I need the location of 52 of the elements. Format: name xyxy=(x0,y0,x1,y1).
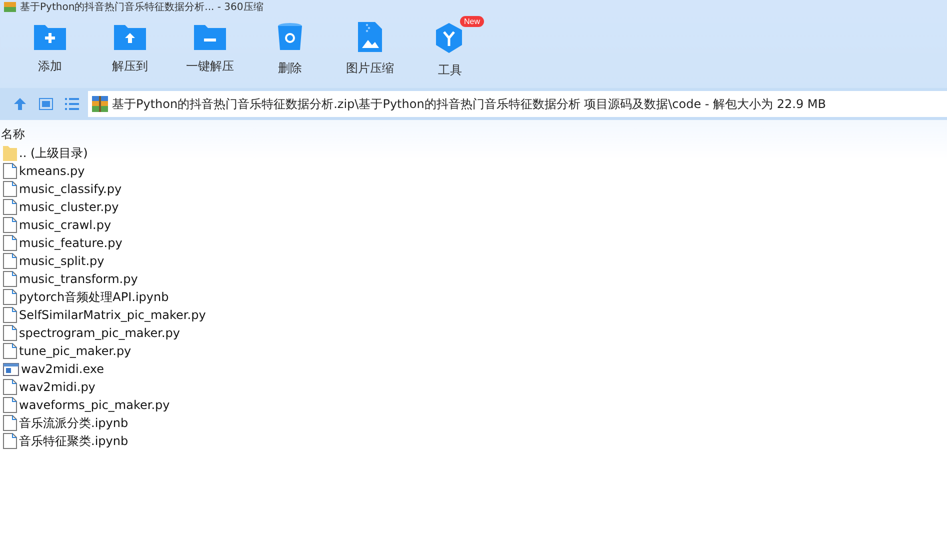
file-name[interactable]: spectrogram_pic_maker.py xyxy=(19,326,180,340)
file-name[interactable]: waveforms_pic_maker.py xyxy=(19,398,170,412)
file-name[interactable]: music_cluster.py xyxy=(19,200,119,214)
file-name[interactable]: music_crawl.py xyxy=(19,218,112,232)
folder-upload-icon xyxy=(114,22,146,50)
folder-minus-icon xyxy=(194,22,226,50)
file-icon xyxy=(3,343,17,359)
application-icon xyxy=(3,361,19,377)
file-name[interactable]: music_transform.py xyxy=(19,272,138,286)
file-name[interactable]: music_classify.py xyxy=(19,182,122,196)
file-name[interactable]: .. (上级目录) xyxy=(19,144,88,162)
file-icon xyxy=(3,217,17,233)
file-icon xyxy=(3,235,17,251)
recycle-bin-icon xyxy=(277,22,303,52)
file-icon xyxy=(3,415,17,431)
archive-icon xyxy=(92,96,108,112)
file-icon xyxy=(3,181,17,197)
file-name[interactable]: 音乐特征聚类.ipynb xyxy=(19,432,128,450)
file-name[interactable]: wav2midi.exe xyxy=(21,362,104,376)
toolbar-button[interactable]: 解压到 xyxy=(90,20,170,88)
file-icon xyxy=(3,325,17,341)
column-header[interactable]: 名称 xyxy=(0,124,947,144)
toolbar-button[interactable]: 删除 xyxy=(250,20,330,88)
file-icon xyxy=(3,289,17,305)
file-name[interactable]: music_split.py xyxy=(19,254,104,268)
folder-plus-icon xyxy=(34,22,66,50)
file-icon xyxy=(3,397,17,413)
toolbar-button[interactable]: 一键解压 xyxy=(170,20,250,88)
file-icon xyxy=(3,253,17,269)
file-name[interactable]: 音乐流派分类.ipynb xyxy=(19,414,128,432)
file-name[interactable]: wav2midi.py xyxy=(19,380,96,394)
address-path: 基于Python的抖音热门音乐特征数据分析.zip\基于Python的抖音热门音乐特征数据分析 项目源码及数据\code - 解包大小为 22.9 MB xyxy=(112,96,826,112)
file-name[interactable]: pytorch音频处理API.ipynb xyxy=(19,288,169,306)
file-icon xyxy=(3,199,17,215)
file-name[interactable]: music_feature.py xyxy=(19,236,122,250)
folder-icon xyxy=(3,145,17,161)
address-bar[interactable]: 基于Python的抖音热门音乐特征数据分析.zip\基于Python的抖音热门音乐特征数据分析 项目源码及数据\code - 解包大小为 22.9 MB xyxy=(88,91,947,117)
archive-icon xyxy=(4,2,16,12)
image-file-icon xyxy=(358,22,382,52)
file-name[interactable]: tune_pic_maker.py xyxy=(19,344,132,358)
cube-icon xyxy=(435,22,465,54)
file-icon xyxy=(3,163,17,179)
toolbar-button[interactable]: 添加 xyxy=(10,20,90,88)
window-title: 基于Python的抖音热门音乐特征数据分析... - 360压缩 xyxy=(20,0,264,14)
file-icon xyxy=(3,307,17,323)
new-badge: New xyxy=(460,16,484,27)
file-name[interactable]: SelfSimilarMatrix_pic_maker.py xyxy=(19,308,206,322)
file-icon xyxy=(3,379,17,395)
file-icon xyxy=(3,271,17,287)
toolbar-button[interactable]: 图片压缩 xyxy=(330,20,410,88)
file-icon xyxy=(3,433,17,449)
file-name[interactable]: kmeans.py xyxy=(19,164,85,178)
